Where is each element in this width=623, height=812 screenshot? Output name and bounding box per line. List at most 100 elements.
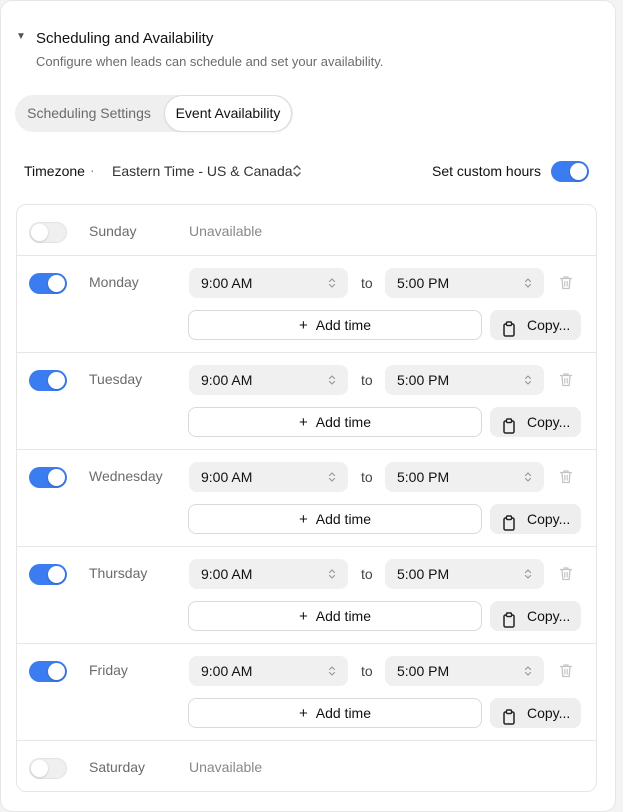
caret-down-icon[interactable]: ▼: [16, 32, 26, 42]
to-label: to: [361, 566, 373, 582]
copy-label: Copy...: [527, 317, 571, 333]
end-time-value: 5:00 PM: [397, 275, 450, 291]
toggle-knob: [48, 372, 65, 389]
end-time-select[interactable]: 5:00 PM: [385, 268, 544, 298]
day-name: Friday: [89, 662, 128, 678]
day-row-wednesday: Wednesday 9:00 AM to 5:00 PM + Add time Copy..…: [17, 450, 596, 547]
unavailable-text: Unavailable: [189, 759, 263, 775]
tab-event-availability[interactable]: Event Availability: [164, 95, 292, 132]
section-title[interactable]: Scheduling and Availability: [36, 30, 213, 48]
chevron-up-down-icon: [524, 569, 532, 579]
day-toggle[interactable]: [29, 222, 67, 243]
day-row-monday: Monday 9:00 AM to 5:00 PM + Add time Copy...: [17, 256, 596, 353]
start-time-select[interactable]: 9:00 AM: [189, 268, 348, 298]
day-toggle[interactable]: [29, 564, 67, 585]
day-row-friday: Friday 9:00 AM to 5:00 PM + Add time Copy...: [17, 644, 596, 741]
copy-button[interactable]: Copy...: [490, 407, 581, 437]
end-time-value: 5:00 PM: [397, 372, 450, 388]
start-time-select[interactable]: 9:00 AM: [189, 656, 348, 686]
add-time-button[interactable]: + Add time: [188, 407, 482, 437]
chevron-up-down-icon[interactable]: [292, 164, 302, 178]
timezone-separator: ·: [90, 162, 95, 178]
toggle-knob: [570, 163, 587, 180]
copy-button[interactable]: Copy...: [490, 698, 581, 728]
start-time-value: 9:00 AM: [201, 663, 253, 679]
trash-icon[interactable]: [559, 566, 573, 586]
to-label: to: [361, 275, 373, 291]
chevron-up-down-icon: [524, 666, 532, 676]
end-time-select[interactable]: 5:00 PM: [385, 365, 544, 395]
to-label: to: [361, 372, 373, 388]
end-time-value: 5:00 PM: [397, 663, 450, 679]
start-time-value: 9:00 AM: [201, 372, 253, 388]
trash-icon[interactable]: [559, 663, 573, 683]
add-time-button[interactable]: + Add time: [188, 310, 482, 340]
copy-button[interactable]: Copy...: [490, 504, 581, 534]
day-name: Tuesday: [89, 371, 143, 387]
tab-scheduling-settings[interactable]: Scheduling Settings: [15, 95, 163, 132]
end-time-select[interactable]: 5:00 PM: [385, 462, 544, 492]
copy-button[interactable]: Copy...: [490, 601, 581, 631]
trash-icon[interactable]: [559, 469, 573, 489]
day-row-tuesday: Tuesday 9:00 AM to 5:00 PM + Add time Copy...: [17, 353, 596, 450]
day-name: Monday: [89, 274, 139, 290]
scheduling-card: ▼ Scheduling and Availability Configure …: [0, 0, 616, 812]
clipboard-icon: [502, 317, 516, 347]
copy-label: Copy...: [527, 414, 571, 430]
end-time-select[interactable]: 5:00 PM: [385, 656, 544, 686]
plus-icon: +: [298, 705, 308, 722]
start-time-select[interactable]: 9:00 AM: [189, 462, 348, 492]
chevron-up-down-icon: [328, 666, 336, 676]
copy-label: Copy...: [527, 705, 571, 721]
add-time-label: Add time: [315, 414, 371, 430]
chevron-up-down-icon: [328, 375, 336, 385]
chevron-up-down-icon: [524, 278, 532, 288]
trash-icon[interactable]: [559, 275, 573, 295]
weekly-availability: Sunday Unavailable Monday 9:00 AM to 5:00 PM +…: [16, 204, 597, 792]
day-toggle[interactable]: [29, 273, 67, 294]
day-row-saturday: Saturday Unavailable: [17, 741, 596, 791]
clipboard-icon: [502, 511, 516, 541]
plus-icon: +: [298, 414, 308, 431]
to-label: to: [361, 469, 373, 485]
day-toggle[interactable]: [29, 467, 67, 488]
clipboard-icon: [502, 705, 516, 735]
add-time-button[interactable]: + Add time: [188, 504, 482, 534]
timezone-row: Timezone · Eastern Time - US & Canada Se…: [24, 161, 589, 183]
clipboard-icon: [502, 414, 516, 444]
end-time-select[interactable]: 5:00 PM: [385, 559, 544, 589]
add-time-label: Add time: [315, 705, 371, 721]
timezone-label: Timezone: [24, 163, 85, 179]
start-time-select[interactable]: 9:00 AM: [189, 559, 348, 589]
start-time-value: 9:00 AM: [201, 275, 253, 291]
day-toggle[interactable]: [29, 758, 67, 779]
plus-icon: +: [298, 608, 308, 625]
day-row-thursday: Thursday 9:00 AM to 5:00 PM + Add time Copy...: [17, 547, 596, 644]
copy-button[interactable]: Copy...: [490, 310, 581, 340]
toggle-knob: [48, 566, 65, 583]
toggle-knob: [31, 224, 48, 241]
plus-icon: +: [298, 317, 308, 334]
chevron-up-down-icon: [328, 472, 336, 482]
day-toggle[interactable]: [29, 370, 67, 391]
chevron-up-down-icon: [524, 472, 532, 482]
copy-label: Copy...: [527, 511, 571, 527]
custom-hours-toggle[interactable]: [551, 161, 589, 182]
day-row-sunday: Sunday Unavailable: [17, 205, 596, 256]
timezone-select[interactable]: Eastern Time - US & Canada: [112, 163, 293, 179]
copy-label: Copy...: [527, 608, 571, 624]
add-time-button[interactable]: + Add time: [188, 601, 482, 631]
toggle-knob: [48, 469, 65, 486]
chevron-up-down-icon: [328, 569, 336, 579]
day-toggle[interactable]: [29, 661, 67, 682]
start-time-value: 9:00 AM: [201, 566, 253, 582]
custom-hours-label: Set custom hours: [432, 163, 541, 179]
start-time-value: 9:00 AM: [201, 469, 253, 485]
chevron-up-down-icon: [328, 278, 336, 288]
end-time-value: 5:00 PM: [397, 469, 450, 485]
start-time-select[interactable]: 9:00 AM: [189, 365, 348, 395]
day-name: Sunday: [89, 223, 137, 239]
add-time-button[interactable]: + Add time: [188, 698, 482, 728]
trash-icon[interactable]: [559, 372, 573, 392]
toggle-knob: [48, 275, 65, 292]
